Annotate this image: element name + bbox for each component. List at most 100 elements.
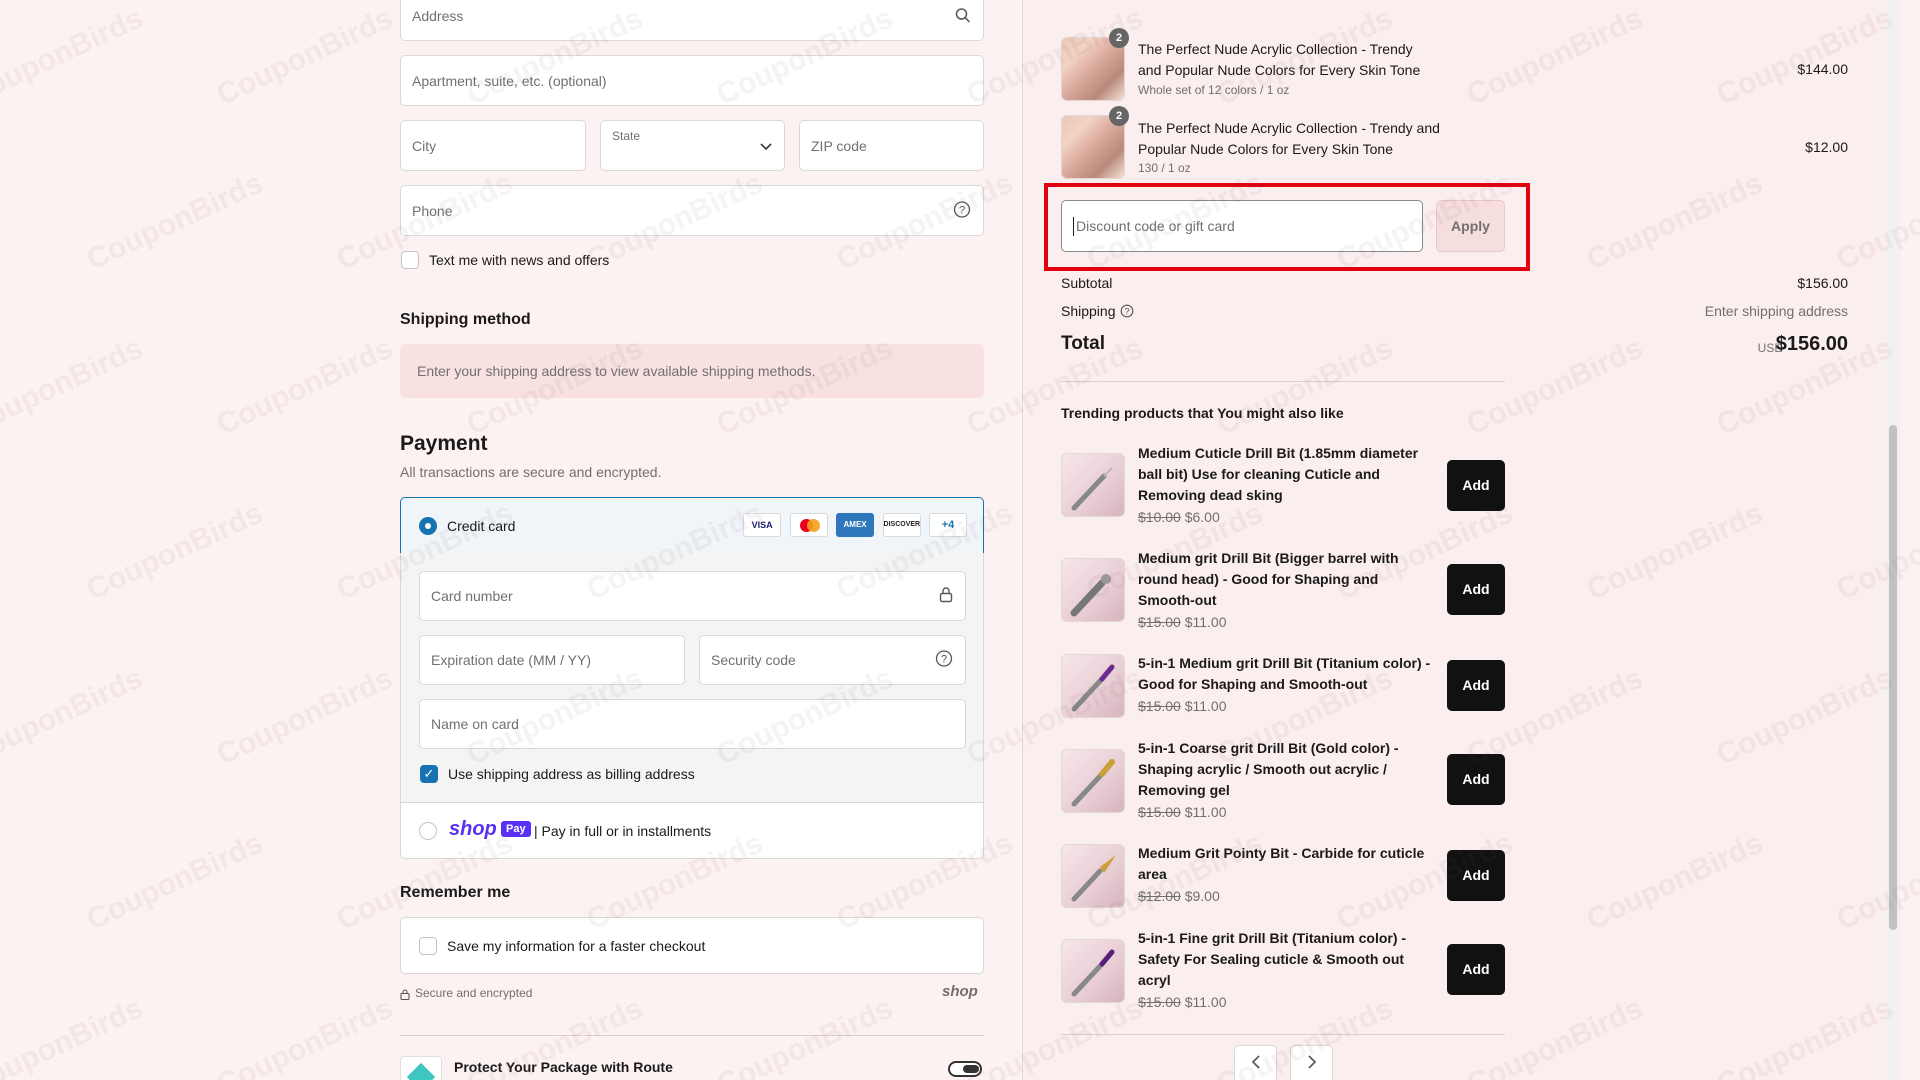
chevron-right-icon [1307, 1055, 1316, 1069]
sale-price: $9.00 [1184, 888, 1220, 904]
scrollbar-thumb[interactable] [1889, 425, 1897, 930]
expiration-placeholder: Expiration date (MM / YY) [431, 652, 592, 668]
quantity-badge: 2 [1109, 28, 1129, 48]
security-code-input[interactable]: Security code ? [699, 635, 966, 685]
credit-card-label: Credit card [447, 518, 516, 534]
card-number-input[interactable]: Card number [419, 571, 966, 621]
trending-item-price: $10.00 $6.00 [1138, 509, 1220, 525]
old-price: $15.00 [1138, 614, 1181, 630]
subtotal-value: $156.00 [1797, 275, 1848, 291]
help-icon[interactable]: ? [935, 650, 953, 671]
cart-item-title: The Perfect Nude Acrylic Collection - Tr… [1138, 41, 1421, 78]
trending-title: Trending products that You might also li… [1061, 405, 1344, 421]
route-label: Protect Your Package with Route [454, 1059, 673, 1075]
old-price: $15.00 [1138, 994, 1181, 1010]
secure-label: Secure and encrypted [415, 986, 533, 1000]
trending-item-price: $15.00 $11.00 [1138, 994, 1227, 1010]
card-logos: VISA AMEX DISCOVER +4 [739, 513, 967, 537]
apartment-placeholder: Apartment, suite, etc. (optional) [412, 72, 607, 89]
more-cards-badge[interactable]: +4 [929, 513, 967, 537]
trending-item-image [1061, 654, 1125, 718]
previous-button[interactable] [1234, 1045, 1277, 1080]
payment-subtitle: All transactions are secure and encrypte… [400, 464, 662, 480]
trending-item-image [1061, 558, 1125, 622]
sale-price: $11.00 [1184, 804, 1227, 820]
shipping-label: Shipping [1061, 303, 1116, 319]
add-button[interactable]: Add [1447, 564, 1505, 615]
card-number-placeholder: Card number [431, 588, 513, 604]
cart-item-variant: 130 / 1 oz [1138, 161, 1191, 175]
shop-pay-radio[interactable] [419, 822, 437, 840]
text-me-checkbox[interactable] [401, 251, 419, 269]
add-button[interactable]: Add [1447, 460, 1505, 511]
state-label: State [612, 129, 641, 143]
add-button[interactable]: Add [1447, 944, 1505, 995]
cart-item-price: $144.00 [1797, 61, 1848, 77]
trending-item-image [1061, 939, 1125, 1003]
quantity-badge: 2 [1109, 106, 1129, 126]
phone-placeholder: Phone [412, 202, 453, 219]
discount-placeholder: Discount code or gift card [1076, 218, 1235, 234]
apartment-input[interactable]: Apartment, suite, etc. (optional) [400, 55, 984, 106]
credit-card-option[interactable]: Credit card VISA AMEX DISCOVER +4 [400, 497, 984, 554]
next-button[interactable] [1290, 1045, 1333, 1080]
zip-input[interactable]: ZIP code [799, 120, 984, 171]
state-select[interactable]: State [600, 120, 785, 171]
help-icon[interactable]: ? [953, 200, 971, 221]
credit-card-radio[interactable] [419, 517, 437, 535]
trending-item-title[interactable]: Medium Grit Pointy Bit - Carbide for cut… [1138, 843, 1438, 885]
address-placeholder: Address [412, 8, 464, 24]
sale-price: $11.00 [1184, 994, 1227, 1010]
phone-input[interactable]: Phone ? [400, 185, 984, 236]
add-button[interactable]: Add [1447, 754, 1505, 805]
discount-code-input[interactable]: Discount code or gift card [1061, 200, 1423, 252]
trending-item-title[interactable]: 5-in-1 Coarse grit Drill Bit (Gold color… [1138, 738, 1428, 801]
shop-pay-logo: shop [449, 818, 497, 840]
trending-divider [1061, 1034, 1505, 1035]
shop-pay-badge: Pay [501, 821, 531, 837]
chevron-left-icon [1251, 1055, 1260, 1069]
trending-item-price: $12.00 $9.00 [1138, 888, 1220, 904]
search-icon[interactable] [955, 8, 971, 27]
lock-icon [939, 587, 953, 606]
old-price: $15.00 [1138, 698, 1181, 714]
text-me-label: Text me with news and offers [429, 252, 610, 268]
cart-item-variant: Whole set of 12 colors / 1 oz [1138, 83, 1290, 97]
total-label: Total [1061, 333, 1105, 354]
shop-pay-option[interactable]: shop Pay | Pay in full or in installment… [400, 802, 984, 859]
card-fields-panel: Card number Expiration date (MM / YY) Se… [400, 553, 984, 803]
add-button[interactable]: Add [1447, 850, 1505, 901]
checkout-form-column: Address Apartment, suite, etc. (optional… [0, 0, 1023, 1080]
shipping-help-icon[interactable]: ? [1120, 304, 1134, 323]
remember-me-box: Save my information for a faster checkou… [400, 917, 984, 974]
apply-label: Apply [1451, 218, 1490, 234]
city-placeholder: City [412, 137, 437, 154]
city-input[interactable]: City [400, 120, 586, 171]
scrollbar[interactable] [1886, 0, 1900, 1080]
svg-text:?: ? [1124, 306, 1129, 316]
expiration-input[interactable]: Expiration date (MM / YY) [419, 635, 685, 685]
trending-item-title[interactable]: 5-in-1 Medium grit Drill Bit (Titanium c… [1138, 653, 1438, 695]
security-code-placeholder: Security code [711, 652, 796, 668]
trending-item-title[interactable]: Medium grit Drill Bit (Bigger barrel wit… [1138, 548, 1428, 611]
summary-divider [1061, 381, 1505, 382]
trending-item-price: $15.00 $11.00 [1138, 698, 1227, 714]
trending-item-image [1061, 749, 1125, 813]
trending-item-title[interactable]: Medium Cuticle Drill Bit (1.85mm diamete… [1138, 443, 1428, 506]
address-input[interactable]: Address [400, 0, 984, 41]
add-button[interactable]: Add [1447, 660, 1505, 711]
save-info-checkbox[interactable] [419, 937, 437, 955]
trending-item-image [1061, 844, 1125, 908]
billing-same-label: Use shipping address as billing address [448, 766, 695, 782]
apply-button[interactable]: Apply [1436, 200, 1505, 252]
trending-item-title[interactable]: 5-in-1 Fine grit Drill Bit (Titanium col… [1138, 928, 1428, 991]
billing-same-checkbox[interactable]: ✓ [420, 765, 438, 783]
cart-item-price: $12.00 [1805, 139, 1848, 155]
text-cursor [1073, 217, 1074, 236]
shop-pay-label: | Pay in full or in installments [534, 823, 712, 839]
total-value: $156.00 [1775, 333, 1848, 355]
sale-price: $11.00 [1184, 614, 1227, 630]
discover-icon: DISCOVER [882, 513, 921, 537]
route-toggle[interactable] [948, 1061, 982, 1077]
name-on-card-input[interactable]: Name on card [419, 699, 966, 749]
